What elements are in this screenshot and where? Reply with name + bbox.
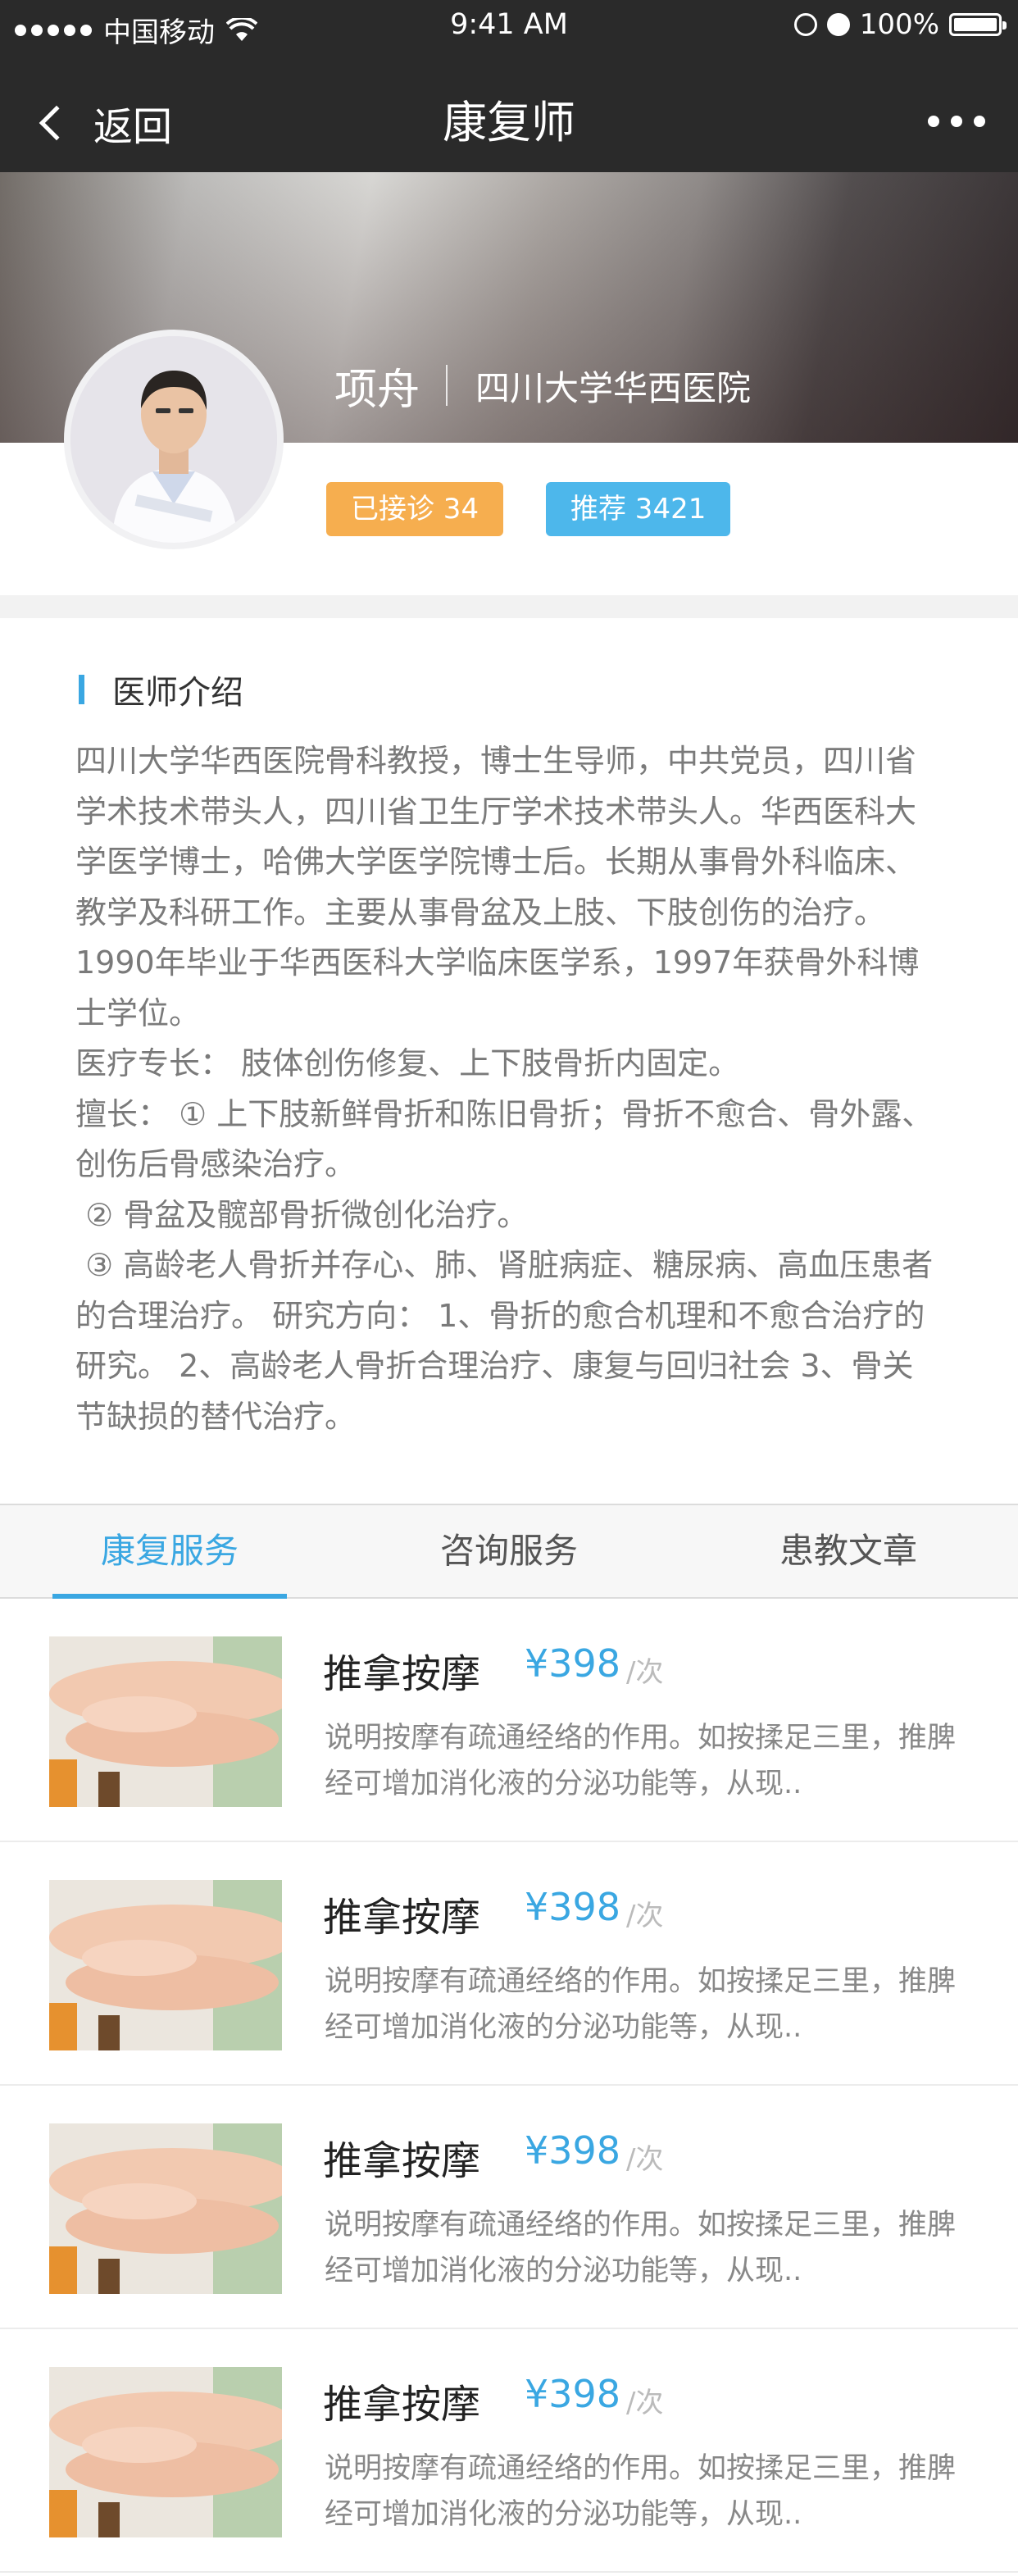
service-item[interactable]: 推拿按摩 ¥398 /次 说明按摩有疏通经络的作用。如按揉足三里，推脾经可增加消… bbox=[0, 2086, 1018, 2329]
service-item[interactable]: 推拿按摩 ¥398 /次 说明按摩有疏通经络的作用。如按揉足三里，推脾经可增加消… bbox=[0, 1842, 1018, 2086]
service-tabs: 康复服务 咨询服务 患教文章 bbox=[0, 1504, 1018, 1599]
recommend-count-badge: 推荐 3421 bbox=[546, 482, 731, 536]
visited-count-badge: 已接诊 34 bbox=[326, 482, 504, 536]
service-unit: /次 bbox=[626, 1900, 664, 1932]
service-description: 说明按摩有疏通经络的作用。如按揉足三里，推脾经可增加消化液的分泌功能等，从现.. bbox=[325, 1722, 957, 1800]
top-bar: 中国移动 9:41 AM 100% 返回 康复师 bbox=[0, 0, 1018, 172]
doctor-photo bbox=[70, 336, 277, 543]
tab-patient-articles[interactable]: 患教文章 bbox=[679, 1505, 1018, 1597]
service-item[interactable]: 推拿按摩 ¥398 /次 说明按摩有疏通经络的作用。如按揉足三里，推脾经可增加消… bbox=[0, 1599, 1018, 1842]
service-price: ¥398 bbox=[525, 1885, 621, 1929]
massage-thumbnail bbox=[49, 2123, 282, 2294]
service-description: 说明按摩有疏通经络的作用。如按揉足三里，推脾经可增加消化液的分泌功能等，从现.. bbox=[325, 2209, 957, 2287]
intro-text: 四川大学华西医院骨科教授，博士生导师，中共党员，四川省学术技术带头人，四川省卫生… bbox=[75, 743, 934, 1435]
alarm-icon bbox=[826, 13, 850, 36]
battery-icon bbox=[949, 13, 1007, 36]
more-menu-button[interactable] bbox=[928, 105, 985, 138]
service-price: ¥398 bbox=[525, 2128, 621, 2173]
more-dot-icon bbox=[928, 116, 939, 127]
massage-thumbnail bbox=[49, 2367, 282, 2537]
massage-thumbnail bbox=[49, 1880, 282, 2050]
status-right: 100% bbox=[793, 8, 1007, 41]
divider bbox=[446, 365, 448, 406]
massage-thumbnail bbox=[49, 1636, 282, 1807]
service-description: 说明按摩有疏通经络的作用。如按揉足三里，推脾经可增加消化液的分泌功能等，从现.. bbox=[325, 2452, 957, 2531]
tab-consult-service[interactable]: 咨询服务 bbox=[339, 1505, 679, 1597]
battery-percent: 100% bbox=[859, 8, 939, 41]
service-title: 推拿按摩 bbox=[323, 2382, 481, 2428]
back-label: 返回 bbox=[93, 104, 173, 150]
service-list: 推拿按摩 ¥398 /次 说明按摩有疏通经络的作用。如按揉足三里，推脾经可增加消… bbox=[0, 1599, 1018, 2573]
status-bar: 中国移动 9:41 AM 100% bbox=[0, 0, 1018, 51]
intro-header: 医师介绍 bbox=[79, 666, 243, 713]
intro-title: 医师介绍 bbox=[112, 674, 243, 712]
section-divider bbox=[0, 595, 1018, 618]
doctor-intro-section: 医师介绍 四川大学华西医院骨科教授，博士生导师，中共党员，四川省学术技术带头人，… bbox=[0, 618, 1018, 1504]
service-unit: /次 bbox=[626, 1656, 664, 1689]
service-title: 推拿按摩 bbox=[323, 1895, 481, 1941]
service-price: ¥398 bbox=[525, 1641, 621, 1686]
rotation-lock-icon bbox=[793, 13, 817, 36]
more-dot-icon bbox=[951, 116, 962, 127]
service-description: 说明按摩有疏通经络的作用。如按揉足三里，推脾经可增加消化液的分泌功能等，从现.. bbox=[325, 1965, 957, 2044]
service-title: 推拿按摩 bbox=[323, 2138, 481, 2184]
tab-rehab-service[interactable]: 康复服务 bbox=[0, 1505, 339, 1599]
service-unit: /次 bbox=[626, 2387, 664, 2419]
doctor-info: 项舟 四川大学华西医院 bbox=[334, 353, 751, 418]
nav-bar: 返回 康复师 bbox=[0, 82, 1018, 172]
doctor-name: 项舟 bbox=[334, 365, 420, 415]
service-price: ¥398 bbox=[525, 2372, 621, 2416]
chevron-left-icon bbox=[39, 105, 75, 141]
service-unit: /次 bbox=[626, 2143, 664, 2176]
doctor-hospital: 四川大学华西医院 bbox=[475, 367, 752, 408]
service-title: 推拿按摩 bbox=[323, 1651, 481, 1697]
accent-bar bbox=[79, 675, 84, 704]
service-item[interactable]: 推拿按摩 ¥398 /次 说明按摩有疏通经络的作用。如按揉足三里，推脾经可增加消… bbox=[0, 2329, 1018, 2573]
doctor-avatar bbox=[64, 330, 284, 549]
more-dot-icon bbox=[974, 116, 985, 127]
back-button[interactable]: 返回 bbox=[36, 90, 172, 156]
